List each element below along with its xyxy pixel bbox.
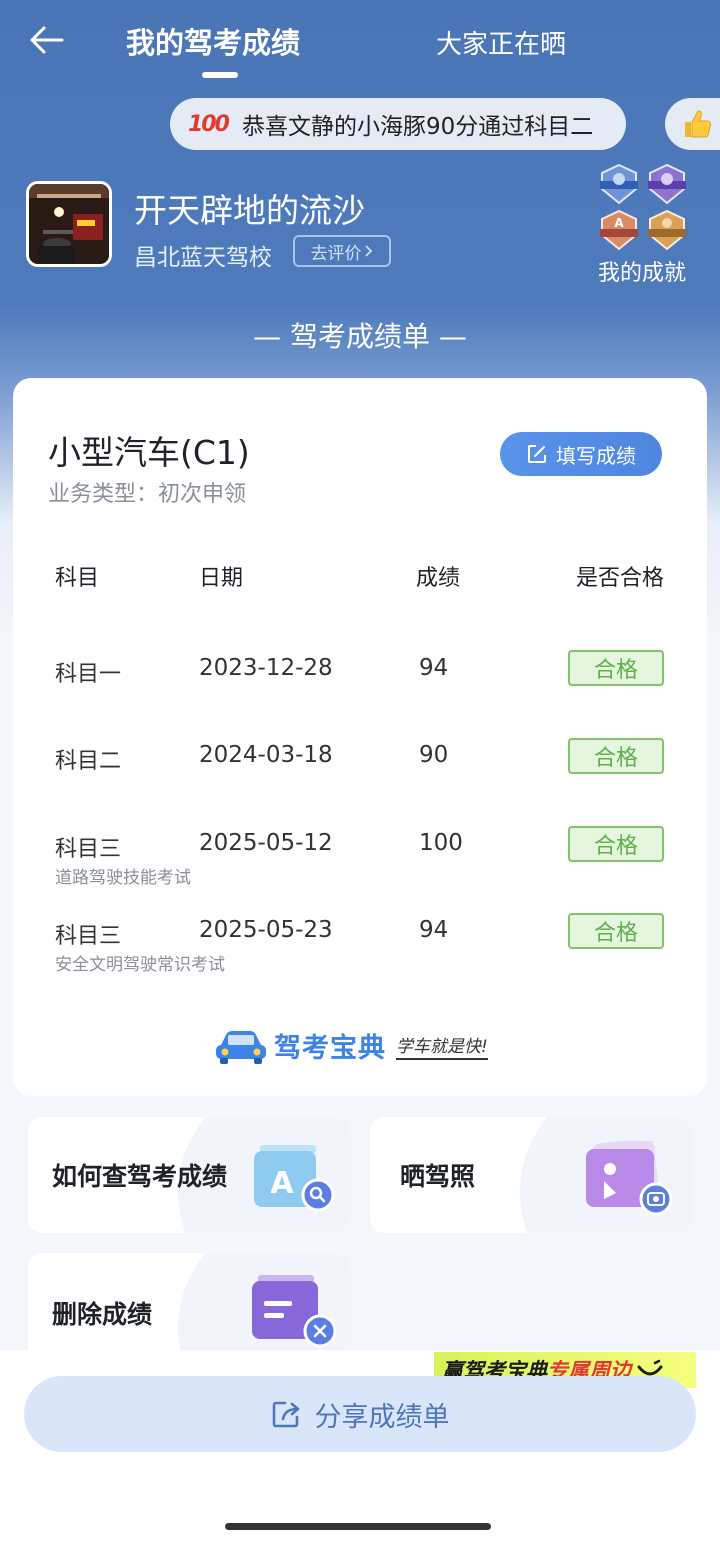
document-search-icon: A [254, 1145, 335, 1212]
share-label: 分享成绩单 [314, 1401, 450, 1433]
row-subject: 科目三 [55, 924, 122, 949]
header-score: 成绩 [416, 566, 461, 591]
thumbs-up-icon [685, 110, 712, 138]
row-date: 2024-03-18 [199, 742, 333, 768]
achievement-badge-icon [648, 163, 686, 205]
avatar[interactable] [26, 181, 112, 267]
row-date: 2025-05-23 [199, 917, 333, 943]
achievements[interactable]: A 我的成就 [596, 163, 688, 287]
hundred-points-icon: 100 [188, 111, 230, 137]
achievement-badge-icon [648, 209, 686, 251]
show-license-label: 晒驾照 [400, 1162, 476, 1191]
business-type: 业务类型：初次申领 [48, 482, 247, 507]
fill-score-button[interactable]: 填写成绩 [500, 432, 662, 476]
ticker-message: 恭喜文静的小海豚90分通过科目二 [241, 114, 594, 140]
header-passed: 是否合格 [576, 566, 665, 591]
fill-score-label: 填写成绩 [556, 443, 636, 468]
chevron-right-icon [364, 245, 372, 257]
row-score: 100 [419, 830, 463, 856]
svg-text:A: A [270, 1166, 294, 1201]
active-tab-indicator [202, 72, 238, 78]
avatar-image [29, 184, 109, 264]
row-subject: 科目一 [55, 662, 122, 687]
achievement-badge-icon: A [600, 209, 638, 251]
license-title: 小型汽车(C1) [48, 433, 250, 472]
delete-score-label: 删除成绩 [52, 1300, 153, 1329]
pass-badge: 合格 [568, 826, 664, 862]
brand-logo: 驾考宝典 学车就是快! [214, 1026, 488, 1065]
back-button[interactable] [22, 18, 70, 62]
row-score: 94 [419, 655, 449, 681]
pass-badge: 合格 [568, 738, 664, 774]
brand-slogan: 学车就是快! [396, 1032, 488, 1060]
back-arrow-icon [30, 26, 64, 54]
congrats-ticker[interactable]: 100 恭喜文静的小海豚90分通过科目二 [170, 98, 626, 150]
row-score: 90 [419, 742, 449, 768]
brand-name: 驾考宝典 [274, 1033, 386, 1064]
pass-badge: 合格 [568, 913, 664, 949]
username: 开天辟地的流沙 [134, 191, 365, 230]
row-subject: 科目三 [55, 837, 122, 862]
header-date: 日期 [199, 566, 244, 591]
how-to-query-tile[interactable]: 如何查驾考成绩 A [28, 1117, 350, 1233]
show-license-tile[interactable]: 晒驾照 [370, 1117, 692, 1233]
row-subject: 科目二 [55, 749, 122, 774]
section-title: — 驾考成绩单 — [253, 320, 467, 353]
row-score: 94 [419, 917, 449, 943]
home-indicator[interactable] [225, 1523, 491, 1530]
header-subject: 科目 [55, 566, 100, 591]
like-button[interactable] [665, 98, 720, 150]
row-subtitle: 安全文明驾驶常识考试 [55, 955, 225, 975]
share-icon [272, 1401, 299, 1428]
row-date: 2023-12-28 [199, 655, 333, 681]
photo-icon [586, 1141, 672, 1215]
achievements-label: 我的成就 [597, 261, 686, 286]
achievement-badge-icon [600, 163, 638, 205]
row-date: 2025-05-12 [199, 830, 333, 856]
driving-school: 昌北蓝天驾校 [134, 245, 272, 271]
tab-everyone-sharing[interactable]: 大家正在晒 [436, 24, 566, 61]
review-label: 去评价 [310, 243, 362, 264]
car-icon [216, 1030, 266, 1064]
edit-icon [528, 445, 546, 463]
how-to-query-label: 如何查驾考成绩 [52, 1162, 228, 1191]
review-button[interactable]: 去评价 [293, 235, 391, 267]
share-scorecard-button[interactable]: 分享成绩单 [24, 1376, 696, 1452]
svg-text:A: A [614, 216, 624, 230]
delete-document-icon [252, 1275, 337, 1348]
tab-my-scores[interactable]: 我的驾考成绩 [126, 20, 300, 62]
pass-badge: 合格 [568, 650, 664, 686]
row-subtitle: 道路驾驶技能考试 [55, 868, 191, 888]
